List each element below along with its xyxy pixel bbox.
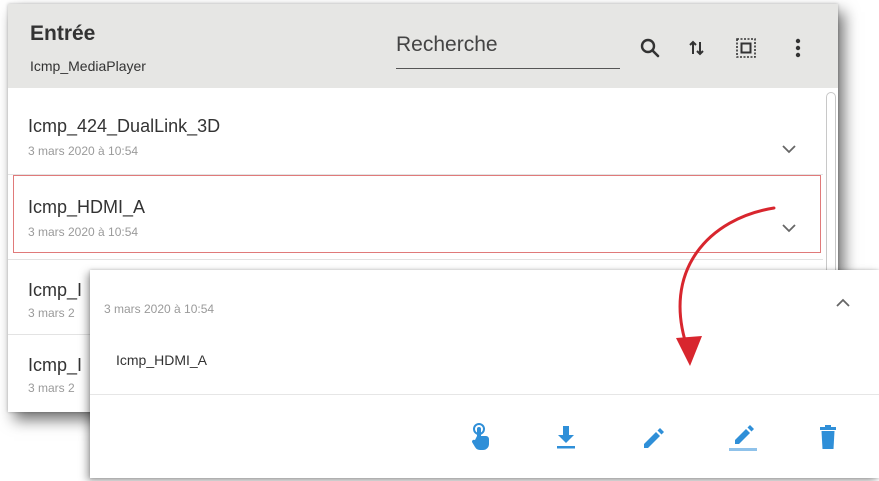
list-item[interactable]: Icmp_424_DualLink_3D 3 mars 2020 à 10:54 (8, 90, 823, 174)
delete-icon[interactable] (814, 422, 842, 452)
list-item-name: Icmp_I (28, 355, 83, 375)
list-item-date: 3 mars 2020 à 10:54 (28, 144, 139, 158)
annotation-arrow (676, 206, 776, 366)
list-item-name: Icmp_I (28, 280, 83, 300)
select-all-icon[interactable] (734, 36, 758, 60)
chevron-down-icon[interactable] (780, 142, 798, 156)
list-item-date: 3 mars 2 (28, 306, 75, 320)
app-header: Entrée Icmp_MediaPlayer Recherche (8, 4, 838, 88)
download-icon[interactable] (552, 422, 580, 452)
page-title: Entrée (30, 22, 96, 45)
list-item-date: 3 mars 2 (28, 381, 75, 395)
search-icon[interactable] (638, 36, 662, 60)
search-input[interactable]: Recherche (396, 30, 620, 69)
touch-icon[interactable] (468, 422, 496, 452)
page-subtitle: Icmp_MediaPlayer (30, 58, 146, 74)
divider (90, 394, 879, 395)
more-vertical-icon[interactable] (786, 36, 810, 60)
edit-underlined-icon[interactable] (726, 422, 760, 452)
list-item-name: Icmp_424_DualLink_3D (28, 116, 221, 136)
item-date: 3 mars 2020 à 10:54 (104, 302, 215, 316)
item-name: Icmp_HDMI_A (116, 352, 208, 368)
chevron-up-icon[interactable] (834, 296, 852, 310)
edit-icon[interactable] (638, 422, 666, 452)
sort-icon[interactable] (685, 36, 709, 60)
